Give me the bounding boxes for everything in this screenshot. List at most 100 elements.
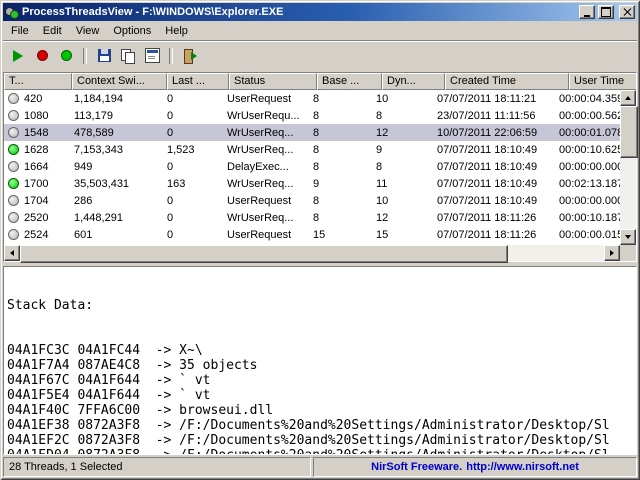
minimize-button[interactable]: [579, 5, 595, 19]
save-button[interactable]: [92, 45, 116, 67]
thread-state-led: [8, 212, 19, 223]
cell: 00:00:00.562: [555, 110, 620, 122]
properties-icon: [145, 48, 160, 63]
nirsoft-link[interactable]: http://www.nirsoft.net: [466, 461, 579, 473]
cell: 0: [163, 229, 223, 241]
cell: 8: [309, 212, 372, 224]
menu-item-options[interactable]: Options: [106, 23, 158, 39]
maximize-button[interactable]: [598, 5, 614, 19]
column-header[interactable]: T...: [4, 73, 72, 90]
thread-id-cell: 1704: [4, 195, 70, 207]
cell: 8: [309, 144, 372, 156]
exit-button[interactable]: [178, 45, 202, 67]
thread-state-led: [8, 229, 19, 240]
cell: 949: [70, 161, 163, 173]
cell: 0: [163, 110, 223, 122]
cell: 10: [372, 195, 433, 207]
column-header[interactable]: Status: [229, 73, 317, 90]
cell: 0: [163, 93, 223, 105]
cell: 00:00:10.187: [555, 212, 620, 224]
suspend-thread-button[interactable]: [30, 45, 54, 67]
close-button[interactable]: [619, 5, 635, 19]
cell: 07/07/2011 18:11:21: [433, 93, 555, 105]
run-icon: [13, 50, 23, 62]
column-header[interactable]: Created Time: [445, 73, 569, 90]
cell: 15: [309, 229, 372, 241]
cell: UserRequest: [223, 93, 309, 105]
column-header[interactable]: Base ...: [317, 73, 382, 90]
table-row[interactable]: 25246010UserRequest151507/07/2011 18:11:…: [4, 226, 620, 243]
column-header[interactable]: User Time: [569, 73, 636, 90]
cell: WrUserReq...: [223, 144, 309, 156]
column-header[interactable]: Context Swi...: [72, 73, 167, 90]
cell: 9: [309, 178, 372, 190]
cell: 1,523: [163, 144, 223, 156]
run-button[interactable]: [6, 45, 30, 67]
cell: 8: [309, 195, 372, 207]
cell: 0: [163, 195, 223, 207]
vertical-scroll-thumb[interactable]: [620, 106, 638, 158]
horizontal-scrollbar[interactable]: [4, 245, 620, 261]
vertical-scrollbar[interactable]: [620, 90, 636, 245]
cell: 9: [372, 144, 433, 156]
thread-state-led: [8, 144, 19, 155]
scroll-left-button[interactable]: [4, 245, 20, 261]
titlebar[interactable]: ProcessThreadsView - F:\WINDOWS\Explorer…: [3, 3, 637, 21]
statusbar: 28 Threads, 1 Selected NirSoft Freeware.…: [3, 455, 637, 477]
copy-button[interactable]: [116, 45, 140, 67]
cell: WrUserRequ...: [223, 110, 309, 122]
exit-icon: [183, 49, 197, 62]
cell: UserRequest: [223, 195, 309, 207]
column-header[interactable]: Dyn...: [382, 73, 445, 90]
cell: 00:00:04.359: [555, 93, 620, 105]
thread-id: 420: [24, 93, 42, 105]
thread-list: T...Context Swi...Last ...StatusBase ...…: [3, 72, 637, 262]
thread-list-rows: 4201,184,1940UserRequest81007/07/2011 18…: [4, 90, 620, 245]
cell: 0: [163, 127, 223, 139]
save-icon: [98, 49, 111, 62]
table-row[interactable]: 25201,448,2910WrUserReq...81207/07/2011 …: [4, 209, 620, 226]
cell: 23/07/2011 11:11:56: [433, 110, 555, 122]
stack-line: 04A1F5E4 04A1F644 -> ` vt: [7, 388, 633, 403]
resume-thread-button[interactable]: [54, 45, 78, 67]
thread-state-led: [8, 178, 19, 189]
table-row[interactable]: 1548478,5890WrUserReq...81210/07/2011 22…: [4, 124, 620, 141]
suspend-icon: [37, 50, 48, 61]
cell: 12: [372, 212, 433, 224]
scroll-up-button[interactable]: [620, 90, 636, 106]
menu-item-edit[interactable]: Edit: [36, 23, 69, 39]
thread-id-cell: 2520: [4, 212, 70, 224]
table-row[interactable]: 1080113,1790WrUserRequ...8823/07/2011 11…: [4, 107, 620, 124]
cell: 286: [70, 195, 163, 207]
resume-icon: [61, 50, 72, 61]
table-row[interactable]: 16287,153,3431,523WrUserReq...8907/07/20…: [4, 141, 620, 158]
minimize-icon: [584, 15, 590, 17]
cell: 0: [163, 212, 223, 224]
scroll-down-button[interactable]: [620, 229, 636, 245]
status-threads-text: 28 Threads, 1 Selected: [9, 461, 123, 473]
menu-item-file[interactable]: File: [4, 23, 36, 39]
table-row[interactable]: 16649490DelayExec...8807/07/2011 18:10:4…: [4, 158, 620, 175]
horizontal-scroll-thumb[interactable]: [20, 245, 508, 263]
cell: WrUserReq...: [223, 127, 309, 139]
menu-item-view[interactable]: View: [69, 23, 107, 39]
cell: 07/07/2011 18:10:49: [433, 178, 555, 190]
cell: 8: [309, 161, 372, 173]
cell: UserRequest: [223, 229, 309, 241]
thread-id: 1628: [24, 144, 48, 156]
cell: 00:00:01.078: [555, 127, 620, 139]
menu-item-help[interactable]: Help: [158, 23, 195, 39]
scroll-right-button[interactable]: [604, 245, 620, 261]
properties-button[interactable]: [140, 45, 164, 67]
toolbar-separator: [169, 48, 173, 64]
column-header[interactable]: Last ...: [167, 73, 229, 90]
table-row[interactable]: 4201,184,1940UserRequest81007/07/2011 18…: [4, 90, 620, 107]
table-row[interactable]: 170035,503,431163WrUserReq...91107/07/20…: [4, 175, 620, 192]
thread-id-cell: 1664: [4, 161, 70, 173]
cell: 601: [70, 229, 163, 241]
table-row[interactable]: 17042860UserRequest81007/07/2011 18:10:4…: [4, 192, 620, 209]
stack-line: 04A1F40C 7FFA6C00 -> browseui.dll: [7, 403, 633, 418]
cell: 8: [372, 161, 433, 173]
thread-state-led: [8, 195, 19, 206]
stack-data-pane[interactable]: Stack Data: 04A1FC3C 04A1FC44 -> X~\04A1…: [3, 266, 637, 455]
